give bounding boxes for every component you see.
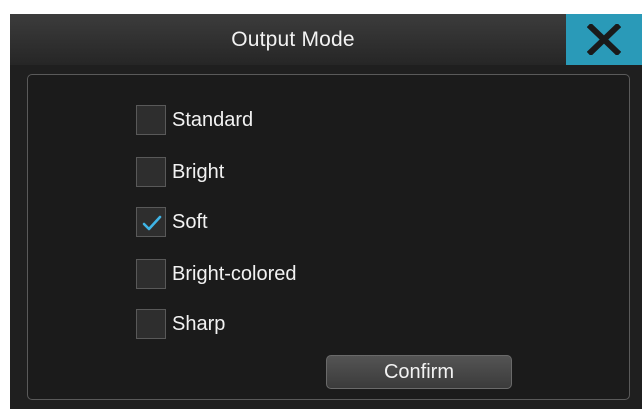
- option-label-standard: Standard: [172, 109, 254, 131]
- option-label-sharp: Sharp: [172, 313, 226, 335]
- option-label-bright-colored: Bright-colored: [172, 263, 297, 285]
- close-button[interactable]: [566, 14, 642, 65]
- checkbox-sharp[interactable]: [136, 309, 166, 339]
- checkbox-bright-colored[interactable]: [136, 259, 166, 289]
- confirm-button[interactable]: Confirm: [326, 355, 512, 389]
- option-label-bright: Bright: [172, 161, 225, 183]
- checkmark-icon: [142, 215, 162, 231]
- options-panel: Standard Bright Soft Bright-colored Shar…: [27, 74, 630, 400]
- checkbox-bright[interactable]: [136, 157, 166, 187]
- dialog-title-bar: Output Mode: [10, 14, 642, 65]
- checkbox-soft[interactable]: [136, 207, 166, 237]
- dialog-title: Output Mode: [231, 28, 355, 51]
- option-label-soft: Soft: [172, 211, 208, 233]
- checkbox-standard[interactable]: [136, 105, 166, 135]
- close-icon: [587, 24, 621, 55]
- output-mode-dialog: Output Mode Standard Bright Soft Bright-…: [10, 14, 642, 409]
